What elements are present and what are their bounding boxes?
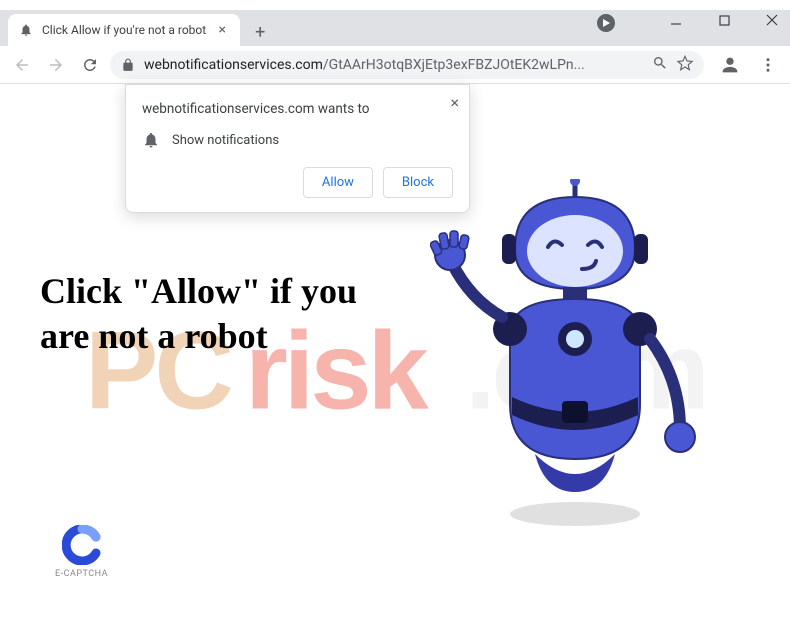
- ecaptcha-label: E-CAPTCHA: [55, 569, 108, 579]
- robot-illustration: [430, 179, 710, 543]
- tab-title: Click Allow if you're not a robot: [42, 23, 206, 37]
- headline-text: Click "Allow" if you are not a robot: [40, 269, 380, 359]
- ecaptcha-logo: E-CAPTCHA: [55, 525, 108, 579]
- permission-description: Show notifications: [172, 133, 279, 148]
- forward-button[interactable]: [42, 51, 70, 79]
- permission-origin-text: webnotificationservices.com wants to: [142, 101, 453, 117]
- minimize-button[interactable]: [662, 6, 690, 34]
- allow-button[interactable]: Allow: [303, 167, 373, 198]
- media-control-icon[interactable]: [597, 14, 615, 32]
- address-bar[interactable]: webnotificationservices.com/GtAArH3otqBX…: [110, 51, 704, 79]
- notification-permission-prompt: × webnotificationservices.com wants to S…: [125, 84, 470, 213]
- new-tab-button[interactable]: +: [246, 18, 274, 46]
- menu-button[interactable]: [754, 51, 782, 79]
- url-text: webnotificationservices.com/GtAArH3otqBX…: [144, 57, 644, 73]
- bell-icon: [18, 22, 34, 38]
- bookmark-star-icon[interactable]: [676, 54, 694, 76]
- bell-icon: [142, 131, 160, 149]
- reload-button[interactable]: [76, 51, 104, 79]
- browser-tab[interactable]: Click Allow if you're not a robot ×: [8, 14, 240, 46]
- close-window-button[interactable]: [758, 6, 786, 34]
- maximize-button[interactable]: [710, 6, 738, 34]
- close-tab-button[interactable]: ×: [214, 22, 230, 38]
- window-controls: [662, 6, 786, 34]
- block-button[interactable]: Block: [383, 167, 453, 198]
- page-content: PC risk .com Click "Allow" if you are no…: [0, 84, 790, 619]
- browser-toolbar: webnotificationservices.com/GtAArH3otqBX…: [0, 46, 790, 84]
- close-prompt-button[interactable]: ×: [450, 93, 459, 112]
- profile-avatar[interactable]: [716, 51, 744, 79]
- search-in-page-icon[interactable]: [652, 55, 668, 75]
- back-button[interactable]: [8, 51, 36, 79]
- lock-icon: [120, 57, 136, 73]
